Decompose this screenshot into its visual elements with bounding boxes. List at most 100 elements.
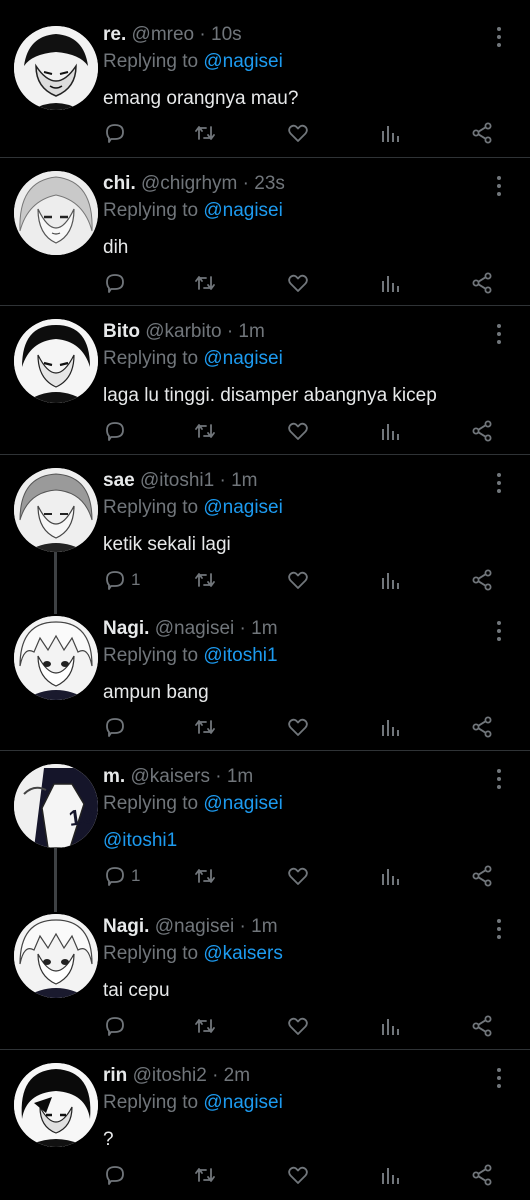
share-button[interactable] [470, 713, 494, 741]
like-button[interactable] [286, 713, 310, 741]
tweet[interactable]: rin @itoshi2 · 2m Replying to @nagisei ? [0, 1063, 530, 1195]
display-name[interactable]: re. [103, 24, 126, 45]
more-vertical-icon[interactable] [488, 616, 510, 646]
share-button[interactable] [470, 417, 494, 445]
handle[interactable]: @itoshi1 [140, 470, 214, 491]
reply-button[interactable] [103, 713, 131, 741]
timestamp[interactable]: · 1m [219, 470, 257, 491]
handle[interactable]: @chigrhym [141, 173, 237, 194]
reply-button[interactable] [103, 1012, 131, 1040]
reply-button[interactable] [103, 417, 131, 445]
retweet-button[interactable] [193, 566, 217, 594]
share-button[interactable] [470, 1161, 494, 1189]
handle[interactable]: @mreo [132, 24, 195, 45]
retweet-button[interactable] [193, 862, 217, 890]
reply-button[interactable] [103, 1161, 131, 1189]
like-button[interactable] [286, 119, 310, 147]
replying-to-mention[interactable]: @nagisei [203, 51, 283, 72]
handle[interactable]: @nagisei [155, 916, 235, 937]
share-button[interactable] [470, 862, 494, 890]
tweet-separator [0, 750, 530, 751]
more-vertical-icon[interactable] [488, 764, 510, 794]
tweet[interactable]: Nagi. @nagisei · 1m Replying to @itoshi1… [0, 616, 530, 748]
tweet[interactable]: Nagi. @nagisei · 1m Replying to @kaisers… [0, 914, 530, 1046]
like-button[interactable] [286, 862, 310, 890]
tweet[interactable]: re. @mreo · 10s Replying to @nagisei ema… [0, 22, 530, 154]
avatar[interactable] [14, 914, 98, 998]
views-button[interactable] [378, 417, 402, 445]
tweet[interactable]: sae @itoshi1 · 1m Replying to @nagisei k… [0, 468, 530, 600]
timestamp[interactable]: · 2m [212, 1065, 250, 1086]
handle[interactable]: @karbito [145, 321, 221, 342]
timestamp[interactable]: · 1m [215, 766, 253, 787]
like-button[interactable] [286, 1161, 310, 1189]
replying-to-mention[interactable]: @nagisei [203, 348, 283, 369]
timestamp[interactable]: · 23s [243, 173, 285, 194]
tweet[interactable]: chi. @chigrhym · 23s Replying to @nagise… [0, 171, 530, 303]
avatar[interactable] [14, 1063, 98, 1147]
more-vertical-icon[interactable] [488, 468, 510, 498]
reply-button[interactable] [103, 119, 131, 147]
retweet-button[interactable] [193, 269, 217, 297]
share-button[interactable] [470, 566, 494, 594]
more-vertical-icon[interactable] [488, 171, 510, 201]
share-button[interactable] [470, 119, 494, 147]
handle[interactable]: @kaisers [130, 766, 209, 787]
like-button[interactable] [286, 1012, 310, 1040]
views-button[interactable] [378, 862, 402, 890]
display-name[interactable]: sae [103, 470, 135, 491]
replying-to-mention[interactable]: @nagisei [203, 497, 283, 518]
share-button[interactable] [470, 1012, 494, 1040]
avatar[interactable] [14, 319, 98, 403]
avatar[interactable] [14, 171, 98, 255]
timestamp[interactable]: · 1m [240, 618, 278, 639]
display-name[interactable]: Nagi. [103, 916, 149, 937]
replying-to-mention[interactable]: @nagisei [203, 1092, 283, 1113]
timestamp[interactable]: · 1m [240, 916, 278, 937]
tweet-separator [0, 454, 530, 455]
avatar[interactable] [14, 616, 98, 700]
timestamp[interactable]: · 10s [199, 24, 241, 45]
more-vertical-icon[interactable] [488, 319, 510, 349]
retweet-button[interactable] [193, 713, 217, 741]
handle[interactable]: @nagisei [155, 618, 235, 639]
like-button[interactable] [286, 417, 310, 445]
avatar[interactable] [14, 26, 98, 110]
reply-button[interactable]: 1 [103, 862, 140, 890]
retweet-button[interactable] [193, 1161, 217, 1189]
views-button[interactable] [378, 119, 402, 147]
more-vertical-icon[interactable] [488, 1063, 510, 1093]
views-button[interactable] [378, 713, 402, 741]
avatar[interactable] [14, 468, 98, 552]
tweet-text-mention[interactable]: @itoshi1 [103, 830, 177, 851]
retweet-button[interactable] [193, 417, 217, 445]
display-name[interactable]: chi. [103, 173, 136, 194]
replying-to-mention[interactable]: @kaisers [203, 943, 282, 964]
more-vertical-icon[interactable] [488, 914, 510, 944]
handle[interactable]: @itoshi2 [133, 1065, 207, 1086]
tweet[interactable]: 10 m. @kaisers · 1m Replying to @nagisei… [0, 764, 530, 896]
reply-button[interactable] [103, 269, 131, 297]
replying-to-mention[interactable]: @nagisei [203, 793, 283, 814]
more-vertical-icon[interactable] [488, 22, 510, 52]
replying-to-mention[interactable]: @nagisei [203, 200, 283, 221]
replying-to-mention[interactable]: @itoshi1 [203, 645, 277, 666]
views-button[interactable] [378, 269, 402, 297]
tweet[interactable]: Bito @karbito · 1m Replying to @nagisei … [0, 319, 530, 451]
views-button[interactable] [378, 1012, 402, 1040]
reply-button[interactable]: 1 [103, 566, 140, 594]
display-name[interactable]: Nagi. [103, 618, 149, 639]
display-name[interactable]: m. [103, 766, 125, 787]
display-name[interactable]: Bito [103, 321, 140, 342]
retweet-button[interactable] [193, 1012, 217, 1040]
like-button[interactable] [286, 566, 310, 594]
tweet-header: m. @kaisers · 1m [103, 766, 253, 788]
timestamp[interactable]: · 1m [227, 321, 265, 342]
views-button[interactable] [378, 566, 402, 594]
views-button[interactable] [378, 1161, 402, 1189]
avatar[interactable]: 10 [14, 764, 98, 848]
display-name[interactable]: rin [103, 1065, 127, 1086]
retweet-button[interactable] [193, 119, 217, 147]
share-button[interactable] [470, 269, 494, 297]
like-button[interactable] [286, 269, 310, 297]
